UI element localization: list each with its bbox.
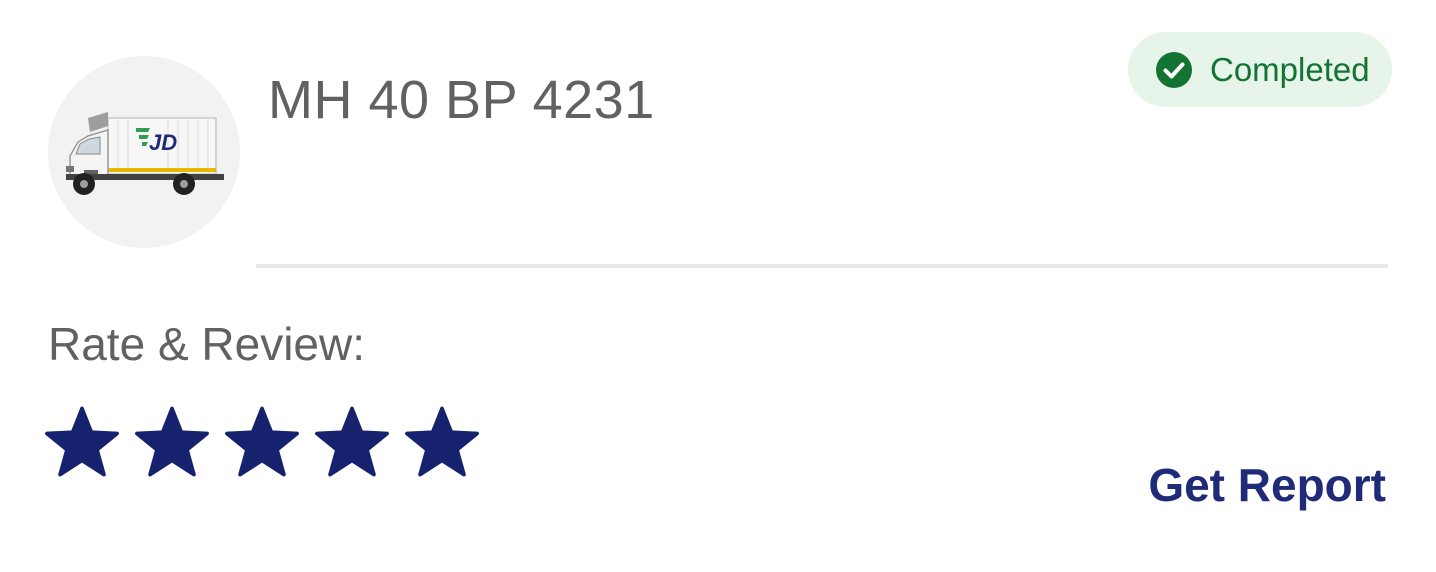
star-rating[interactable] <box>44 406 494 478</box>
star-icon[interactable] <box>224 406 300 478</box>
vehicle-avatar: JD <box>48 56 240 248</box>
get-report-link[interactable]: Get Report <box>1148 458 1386 512</box>
svg-text:JD: JD <box>149 130 177 155</box>
status-badge: Completed <box>1128 32 1392 107</box>
star-icon[interactable] <box>404 406 480 478</box>
star-icon[interactable] <box>314 406 390 478</box>
star-icon[interactable] <box>44 406 120 478</box>
divider <box>256 264 1388 268</box>
vehicle-plate-number: MH 40 BP 4231 <box>268 70 655 130</box>
rate-review-label: Rate & Review: <box>48 318 366 370</box>
star-icon[interactable] <box>134 406 210 478</box>
check-circle-icon <box>1156 51 1192 88</box>
delivery-truck-icon: JD <box>66 112 224 195</box>
status-label: Completed <box>1210 50 1370 88</box>
